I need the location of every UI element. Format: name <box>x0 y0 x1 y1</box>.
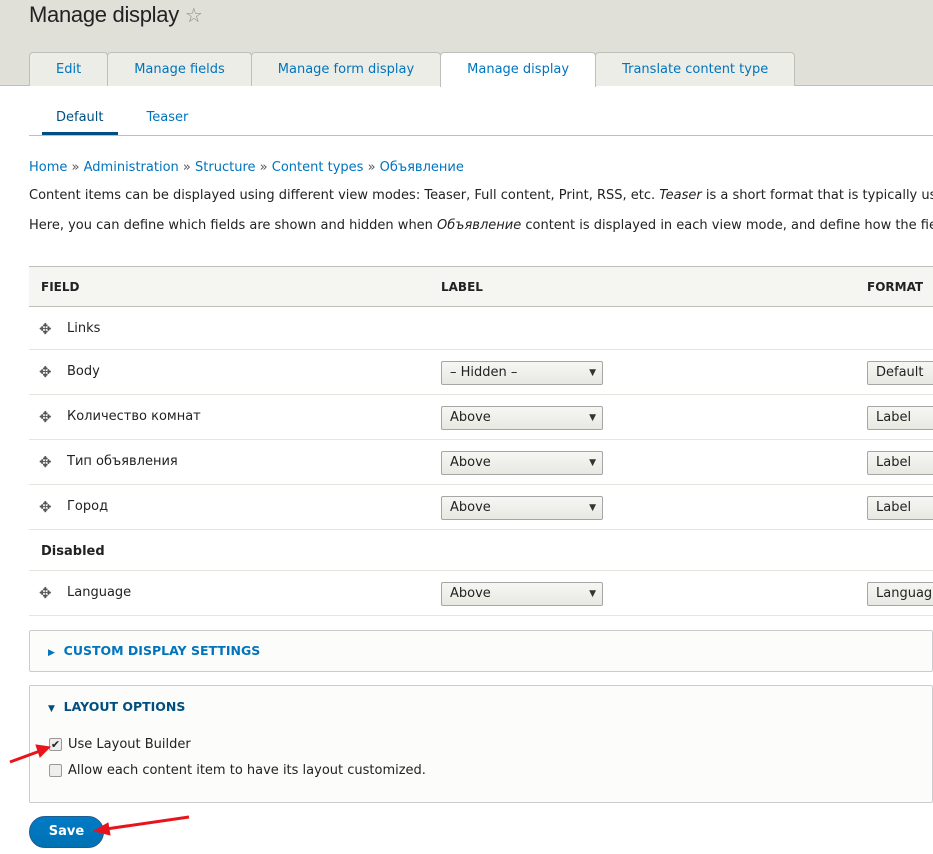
intro-paragraph-1: Content items can be displayed using dif… <box>29 188 933 203</box>
format-select[interactable]: Label <box>867 406 933 430</box>
select-value: Languag <box>876 586 933 601</box>
chevron-down-icon: ▼ <box>589 413 596 423</box>
intro-text: Content items can be displayed using dif… <box>29 188 660 203</box>
header-label: LABEL <box>441 280 483 294</box>
tab-manage-form-display[interactable]: Manage form display <box>250 52 442 86</box>
chevron-down-icon: ▼ <box>589 368 596 378</box>
field-name: Тип объявления <box>67 454 178 469</box>
primary-tabs: Edit Manage fields Manage form display M… <box>29 52 796 87</box>
intro-text: is a short format that is typically used… <box>705 188 933 203</box>
format-select[interactable]: Default <box>867 361 933 385</box>
region-title: Disabled <box>41 544 105 559</box>
tab-manage-display[interactable]: Manage display <box>440 52 597 87</box>
header-format: FORMAT <box>867 280 924 294</box>
intro-text: Here, you can define which fields are sh… <box>29 218 438 233</box>
checkbox-label: Allow each content item to have its layo… <box>68 763 426 778</box>
secondary-tabs: Default Teaser <box>29 102 933 136</box>
triangle-down-icon: ▼ <box>48 704 55 714</box>
label-select[interactable]: Above ▼ <box>441 406 603 430</box>
breadcrumb-separator: » <box>71 160 80 175</box>
label-select[interactable]: – Hidden – ▼ <box>441 361 603 385</box>
drag-handle-icon[interactable]: ✥ <box>39 408 52 426</box>
checkbox-unchecked-icon[interactable] <box>49 764 62 777</box>
header-field: FIELD <box>41 280 80 294</box>
table-header: FIELD LABEL FORMAT <box>29 266 933 307</box>
intro-emphasis: Teaser <box>659 188 702 203</box>
page-header: Manage display ☆ Edit Manage fields Manag… <box>0 0 933 87</box>
subtab-default[interactable]: Default <box>42 102 118 135</box>
breadcrumb-home[interactable]: Home <box>29 160 67 175</box>
summary-label: LAYOUT OPTIONS <box>63 699 186 714</box>
summary-label: CUSTOM DISPLAY SETTINGS <box>63 643 261 658</box>
table-row: ✥ Город Above ▼ Label <box>29 485 933 530</box>
table-row: ✥ Language Above ▼ Languag <box>29 571 933 616</box>
format-select[interactable]: Languag <box>867 582 933 606</box>
chevron-down-icon: ▼ <box>589 503 596 513</box>
label-select[interactable]: Above ▼ <box>441 496 603 520</box>
breadcrumb-separator: » <box>259 160 268 175</box>
table-row: ✥ Links <box>29 307 933 350</box>
subtab-teaser[interactable]: Teaser <box>134 102 202 135</box>
custom-display-settings: ▶ CUSTOM DISPLAY SETTINGS <box>29 630 933 672</box>
drag-handle-icon[interactable]: ✥ <box>39 453 52 471</box>
region-row-disabled: Disabled <box>29 530 933 571</box>
select-value: Default <box>876 365 924 380</box>
breadcrumb-separator: » <box>367 160 376 175</box>
checkbox-label: Use Layout Builder <box>68 737 191 752</box>
field-name: Body <box>67 364 100 379</box>
breadcrumb-content-types[interactable]: Content types <box>272 160 364 175</box>
breadcrumb-structure[interactable]: Structure <box>195 160 255 175</box>
drag-handle-icon[interactable]: ✥ <box>39 584 52 602</box>
label-select[interactable]: Above ▼ <box>441 451 603 475</box>
breadcrumb-content-type[interactable]: Объявление <box>380 160 464 175</box>
format-select[interactable]: Label <box>867 496 933 520</box>
chevron-down-icon: ▼ <box>589 458 596 468</box>
tab-manage-fields[interactable]: Manage fields <box>107 52 252 86</box>
field-name: Language <box>67 585 132 600</box>
layout-options-toggle[interactable]: ▼ LAYOUT OPTIONS <box>48 699 185 714</box>
star-outline-icon[interactable]: ☆ <box>185 5 203 27</box>
format-select[interactable]: Label <box>867 451 933 475</box>
select-value: – Hidden – <box>450 365 518 380</box>
breadcrumb-administration[interactable]: Administration <box>84 160 179 175</box>
drag-handle-icon[interactable]: ✥ <box>39 363 52 381</box>
tab-translate-content-type[interactable]: Translate content type <box>595 52 796 86</box>
use-layout-builder-checkbox[interactable]: ✔ Use Layout Builder <box>49 737 191 752</box>
select-value: Label <box>876 500 912 515</box>
intro-text: content is displayed in each view mode, … <box>521 218 933 233</box>
select-value: Above <box>450 500 491 515</box>
breadcrumb-separator: » <box>182 160 191 175</box>
tab-edit[interactable]: Edit <box>29 52 109 86</box>
chevron-down-icon: ▼ <box>589 589 596 599</box>
save-button[interactable]: Save <box>29 816 104 848</box>
allow-custom-layout-checkbox[interactable]: Allow each content item to have its layo… <box>49 763 426 778</box>
field-name: Количество комнат <box>67 409 201 424</box>
table-row: ✥ Body – Hidden – ▼ Default <box>29 350 933 395</box>
drag-handle-icon[interactable]: ✥ <box>39 320 52 338</box>
select-value: Label <box>876 410 912 425</box>
select-value: Above <box>450 455 491 470</box>
table-row: ✥ Тип объявления Above ▼ Label <box>29 440 933 485</box>
intro-emphasis: Объявление <box>437 218 522 233</box>
drag-handle-icon[interactable]: ✥ <box>39 498 52 516</box>
breadcrumb: Home » Administration » Structure » Cont… <box>29 160 464 175</box>
page-title: Manage display ☆ <box>29 2 203 27</box>
label-select[interactable]: Above ▼ <box>441 582 603 606</box>
table-row: ✥ Количество комнат Above ▼ Label <box>29 395 933 440</box>
select-value: Label <box>876 455 912 470</box>
field-name: Город <box>67 499 109 514</box>
red-arrow-icon <box>92 815 190 836</box>
checkbox-checked-icon[interactable]: ✔ <box>49 738 62 751</box>
triangle-right-icon: ▶ <box>48 648 55 658</box>
select-value: Above <box>450 410 491 425</box>
field-name: Links <box>67 321 101 336</box>
custom-display-settings-toggle[interactable]: ▶ CUSTOM DISPLAY SETTINGS <box>48 643 260 658</box>
select-value: Above <box>450 586 491 601</box>
fields-table: FIELD LABEL FORMAT ✥ Links ✥ Body – Hidd… <box>29 266 933 616</box>
intro-paragraph-2: Here, you can define which fields are sh… <box>29 218 933 233</box>
